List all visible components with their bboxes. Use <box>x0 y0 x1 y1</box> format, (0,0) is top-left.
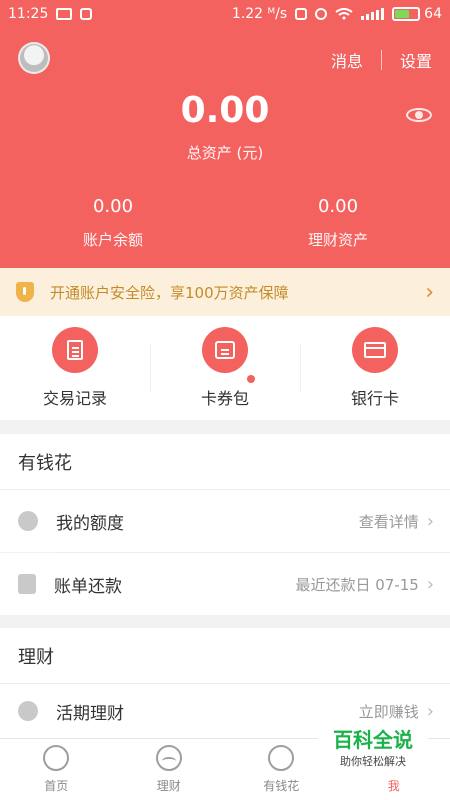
quick-actions: 交易记录 卡券包 银行卡 <box>0 316 450 420</box>
wealth-assets-value: 0.00 <box>317 196 359 217</box>
coupons-label-text: 卡券包 <box>200 389 249 408</box>
total-assets-label: 总资产 (元) <box>186 144 264 162</box>
wealth-assets-label: 理财资产 <box>307 231 368 249</box>
transactions-icon <box>52 327 98 373</box>
tab-finance-label: 理财 <box>156 779 181 793</box>
credit-limit-link: 查看详情 <box>358 512 419 531</box>
wealth-assets-stat[interactable]: 0.00 理财资产 <box>258 196 418 250</box>
section-title-credit-text: 有钱花 <box>18 452 72 474</box>
wifi-icon <box>335 8 353 20</box>
bill-icon <box>18 574 36 594</box>
yen-icon <box>18 701 38 721</box>
battery-icon <box>392 7 421 21</box>
settings-link[interactable]: 设置 <box>400 48 432 72</box>
image-notification-icon <box>56 8 73 20</box>
status-time: 11:25 <box>8 6 49 22</box>
vibrate-icon <box>295 8 308 20</box>
notification-dot <box>247 375 255 383</box>
finance-icon <box>155 745 182 771</box>
credit-limit-right: 查看详情 › <box>359 511 434 532</box>
messages-link[interactable]: 消息 <box>331 48 363 72</box>
eye-icon[interactable] <box>406 108 432 122</box>
header-links: 消息 设置 <box>331 48 432 72</box>
bank-cards-label: 银行卡 <box>350 389 399 408</box>
chevron-right-icon: › <box>425 279 434 305</box>
alarm-icon <box>315 8 328 20</box>
bank-cards-button[interactable]: 银行卡 <box>300 316 450 420</box>
battery-fill <box>395 10 410 18</box>
bill-repayment-due: 最近还款日 07-15 <box>295 575 419 594</box>
ticket-icon <box>202 327 248 373</box>
demand-finance-link: 立即赚钱 <box>358 702 419 721</box>
demand-finance-right: 立即赚钱 › <box>359 701 434 722</box>
list-item-bill-repayment[interactable]: 账单还款 最近还款日 07-15 › <box>0 553 450 615</box>
tab-finance[interactable]: 理财 <box>113 739 226 800</box>
pie-icon <box>18 511 38 531</box>
tab-credit-label: 有钱花 <box>263 779 300 793</box>
battery-indicator: 64 <box>392 6 442 22</box>
section-title-credit: 有钱花 <box>0 434 450 490</box>
home-icon <box>43 745 70 771</box>
insurance-banner-text: 开通账户安全险，享100万资产保障 <box>50 283 289 302</box>
credit-limit-label: 我的额度 <box>56 513 124 534</box>
coupons-button[interactable]: 卡券包 <box>150 316 300 420</box>
shield-icon <box>16 282 34 302</box>
total-assets-amount: 0.00 <box>180 90 270 131</box>
coupons-label: 卡券包 <box>200 375 255 409</box>
demand-finance-label: 活期理财 <box>56 703 124 724</box>
avatar[interactable] <box>18 42 50 74</box>
bill-repayment-right: 最近还款日 07-15 › <box>295 574 434 595</box>
watermark-subtitle: 助你轻松解决 <box>340 755 406 768</box>
watermark: 百科全说 助你轻松解决 <box>318 724 428 778</box>
chevron-right-icon: › <box>426 700 434 722</box>
section-title-finance-text: 理财 <box>18 646 54 668</box>
account-balance-value: 0.00 <box>92 196 134 217</box>
transactions-label: 交易记录 <box>42 389 107 408</box>
list-item-credit-limit[interactable]: 我的额度 查看详情 › <box>0 490 450 552</box>
bank-card-icon <box>352 327 398 373</box>
chevron-right-icon: › <box>426 510 434 532</box>
network-speed: 1.22 ᴹ/s <box>231 6 288 22</box>
status-left: 11:25 <box>8 6 93 22</box>
tab-home[interactable]: 首页 <box>0 739 113 800</box>
battery-percent: 64 <box>424 6 442 22</box>
account-balance-stat[interactable]: 0.00 账户余额 <box>33 196 193 250</box>
insurance-banner[interactable]: 开通账户安全险，享100万资产保障 › <box>0 268 450 316</box>
app-notification-icon <box>80 8 93 20</box>
header-divider <box>380 50 382 70</box>
account-balance-label: 账户余额 <box>82 231 143 249</box>
bill-repayment-label: 账单还款 <box>54 576 122 597</box>
transactions-button[interactable]: 交易记录 <box>0 316 150 420</box>
status-right: 1.22 ᴹ/s 64 <box>232 6 442 22</box>
watermark-title: 百科全说 <box>333 728 413 752</box>
account-header: 消息 设置 0.00 总资产 (元) 0.00 账户余额 0.00 理财资产 <box>0 28 450 268</box>
tab-home-label: 首页 <box>44 779 69 793</box>
chevron-right-icon: › <box>426 573 434 595</box>
tab-me-label: 我 <box>387 779 400 793</box>
credit-icon <box>268 745 295 771</box>
section-title-finance: 理财 <box>0 628 450 684</box>
status-bar: 11:25 1.22 ᴹ/s 64 <box>0 0 450 28</box>
signal-icon <box>361 8 385 20</box>
